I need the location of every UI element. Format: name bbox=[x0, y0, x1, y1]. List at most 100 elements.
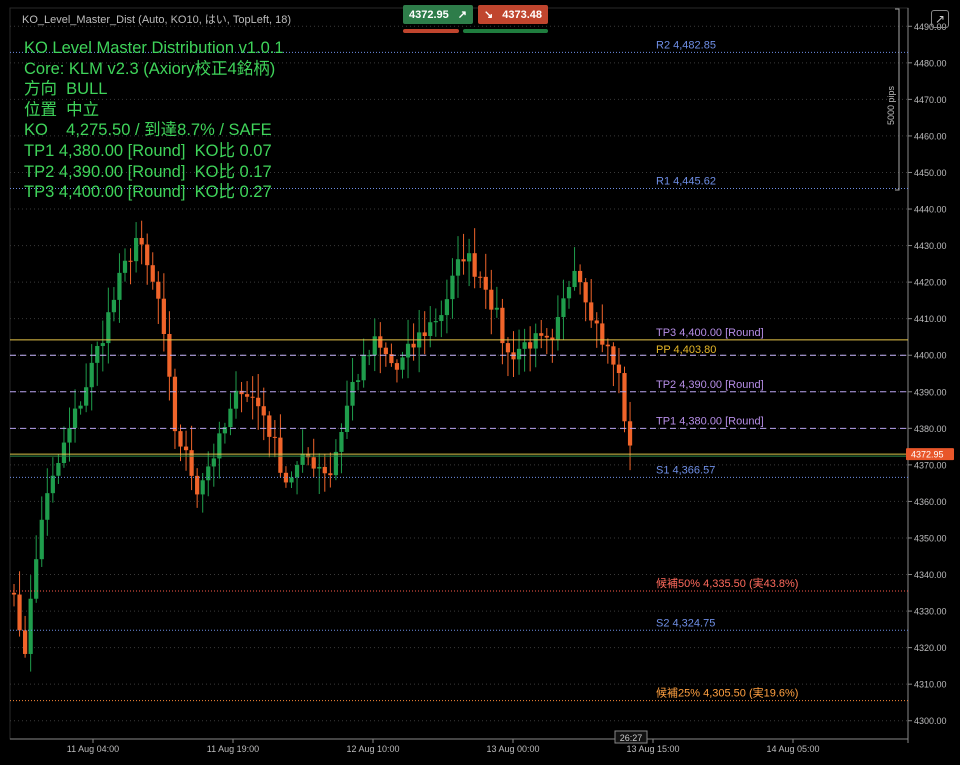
candle-body bbox=[156, 281, 161, 299]
hud-line-tp3: TP3 4,400.00 [Round] KO比 0.27 bbox=[24, 183, 272, 202]
level-label: R2 4,482.85 bbox=[656, 39, 716, 51]
candle-body bbox=[267, 415, 272, 437]
candle-body bbox=[555, 317, 561, 340]
y-tick-label: 4470.00 bbox=[914, 95, 947, 105]
candle-body bbox=[72, 408, 78, 429]
y-tick-label: 4390.00 bbox=[914, 387, 947, 397]
hud-line-ko: KO 4,275.50 / 到達8.7% / SAFE bbox=[24, 121, 272, 140]
candle-body bbox=[11, 592, 17, 595]
candle-body bbox=[516, 348, 522, 360]
candle-body bbox=[233, 390, 239, 409]
candle-body bbox=[533, 333, 538, 349]
candle-body bbox=[300, 453, 305, 465]
candle-body bbox=[494, 307, 499, 310]
candle-body bbox=[200, 480, 205, 495]
y-tick-label: 4360.00 bbox=[914, 497, 947, 507]
candle-body bbox=[17, 594, 22, 631]
candle-body bbox=[577, 270, 583, 283]
candle-body bbox=[206, 466, 211, 481]
candle-body bbox=[394, 363, 400, 370]
chart-window: 4300.00 4310.00 4320.00 4330.00 4340.00 4350.… bbox=[0, 0, 960, 765]
candle-body bbox=[289, 477, 294, 483]
candle-body bbox=[183, 446, 189, 451]
candle-body bbox=[34, 559, 39, 599]
candle-body bbox=[28, 598, 33, 654]
candle-body bbox=[133, 237, 139, 262]
candle-body bbox=[572, 270, 577, 288]
indicator-hud: KO Level Master Distribution v1.0.1 Core… bbox=[24, 38, 284, 203]
y-tick-label: 4380.00 bbox=[914, 424, 947, 434]
level-label: PP 4,403.80 bbox=[656, 344, 716, 356]
candle-body bbox=[56, 463, 61, 476]
y-tick-label: 4420.00 bbox=[914, 278, 947, 288]
hud-line-tp1: TP1 4,380.00 [Round] KO比 0.07 bbox=[24, 141, 272, 160]
candle-body bbox=[328, 473, 333, 476]
candle-body bbox=[411, 343, 416, 348]
y-tick-label: 4410.00 bbox=[914, 314, 947, 324]
candle-body bbox=[450, 275, 455, 300]
candle-body bbox=[244, 394, 250, 397]
candle-body bbox=[455, 259, 461, 276]
candle-body bbox=[561, 298, 566, 318]
level-label: R1 4,445.62 bbox=[656, 175, 716, 187]
candle-body bbox=[605, 344, 610, 347]
x-tick-label: 11 Aug 19:00 bbox=[207, 744, 259, 754]
y-tick-label: 4400.00 bbox=[914, 351, 947, 361]
candle-body bbox=[117, 272, 122, 300]
candle-body bbox=[145, 244, 150, 266]
level-label: 候補25% 4,305.50 (実19.6%) bbox=[656, 686, 798, 700]
candle-body bbox=[172, 376, 178, 432]
candle-body bbox=[78, 405, 83, 409]
candle-body bbox=[361, 355, 366, 381]
external-link-icon[interactable]: ↗ bbox=[931, 10, 949, 28]
candle-body bbox=[228, 408, 233, 428]
x-tick-label: 13 Aug 15:00 bbox=[626, 744, 679, 754]
candle-body bbox=[294, 464, 300, 478]
candle-body bbox=[122, 260, 128, 273]
crosshair-time-label: 26:27 bbox=[620, 733, 643, 743]
candle-body bbox=[433, 321, 438, 323]
candle-body bbox=[616, 364, 622, 374]
candle-body bbox=[278, 437, 283, 473]
candle-body bbox=[355, 380, 361, 382]
candle-body bbox=[195, 475, 200, 495]
candle-body bbox=[89, 362, 94, 388]
level-label: 候補50% 4,335.50 (実43.8%) bbox=[656, 576, 798, 590]
x-tick-label: 11 Aug 04:00 bbox=[67, 744, 119, 754]
y-tick-label: 4460.00 bbox=[914, 131, 947, 141]
candle-body bbox=[178, 431, 183, 447]
candle-body bbox=[428, 322, 433, 337]
candle-body bbox=[422, 332, 427, 337]
candle-body bbox=[150, 265, 155, 282]
candle-body bbox=[250, 396, 255, 398]
candle-body bbox=[372, 336, 377, 356]
buy-button[interactable]: ↘ 4373.48 bbox=[478, 5, 548, 24]
y-tick-label: 4330.00 bbox=[914, 607, 947, 617]
candle-body bbox=[128, 260, 133, 262]
arrow-down-right-icon: ↘ bbox=[484, 9, 494, 21]
candle-body bbox=[444, 299, 450, 316]
candle-body bbox=[472, 253, 477, 277]
current-price-label: 4372.95 bbox=[911, 450, 944, 460]
candle-body bbox=[339, 431, 344, 452]
candle-body bbox=[505, 343, 511, 353]
pips-scale-label: 5000 pips bbox=[886, 85, 896, 125]
hud-line-core: Core: KLM v2.3 (Axiory校正4銘柄) bbox=[24, 59, 276, 78]
candle-body bbox=[317, 466, 322, 469]
candle-body bbox=[139, 237, 144, 245]
candle-body bbox=[161, 298, 166, 335]
candle-body bbox=[500, 307, 505, 344]
sell-button[interactable]: 4372.95 ↗ bbox=[403, 5, 473, 24]
candle-body bbox=[61, 442, 67, 464]
sell-volume-bar bbox=[403, 29, 459, 33]
candle-body bbox=[627, 421, 633, 446]
candle-body bbox=[283, 472, 289, 483]
y-tick-label: 4480.00 bbox=[914, 58, 947, 68]
level-label: S1 4,366.57 bbox=[656, 464, 715, 476]
level-label: TP1 4,380.00 [Round] bbox=[656, 415, 764, 427]
level-label: TP2 4,390.00 [Round] bbox=[656, 379, 764, 391]
x-tick-label: 13 Aug 00:00 bbox=[486, 744, 539, 754]
candle-body bbox=[256, 397, 261, 407]
candle-body bbox=[67, 428, 72, 443]
candle-body bbox=[84, 387, 89, 406]
